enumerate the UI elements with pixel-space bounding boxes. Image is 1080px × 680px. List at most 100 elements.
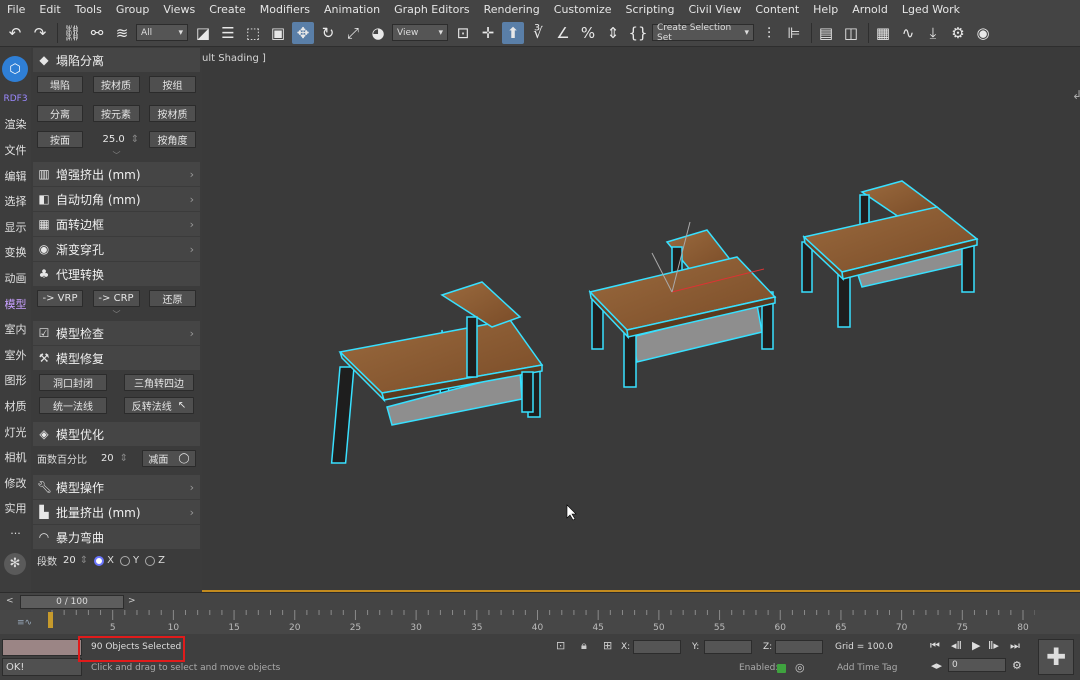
toggle-ribbon-icon[interactable]: ▦ xyxy=(872,22,894,44)
settings-gear-icon[interactable]: ✻ xyxy=(4,552,26,575)
menu-help[interactable]: Help xyxy=(806,0,845,19)
pivot-center-icon[interactable]: ⊡ xyxy=(452,22,474,44)
percent-snap-icon[interactable]: % xyxy=(577,22,599,44)
category-item[interactable]: 相机 xyxy=(0,444,31,470)
redo-icon[interactable]: ↷ xyxy=(29,22,51,44)
time-configuration-icon[interactable]: ⚙ xyxy=(1012,659,1022,672)
menu-modifiers[interactable]: Modifiers xyxy=(253,0,317,19)
detach-by-face-button[interactable]: 按面 xyxy=(37,131,83,148)
next-frame-button[interactable]: > xyxy=(128,596,140,608)
next-frame-icon[interactable]: Ⅱ▸ xyxy=(988,639,999,652)
collapse-detach-section[interactable]: ◆ 塌陷分离 xyxy=(33,48,200,72)
model-repair-section[interactable]: ⚒ 模型修复 xyxy=(33,346,200,370)
perspective-viewport[interactable]: ult Shading ] ↲ xyxy=(202,47,1080,592)
detach-by-angle-button[interactable]: 按角度 xyxy=(149,131,196,148)
gradient-perforation-section[interactable]: ◉ 渐变穿孔 › xyxy=(33,237,200,261)
more-categories-button[interactable]: ··· xyxy=(0,521,31,547)
category-item[interactable]: 文件 xyxy=(0,137,31,163)
category-item[interactable]: 模型 xyxy=(0,291,31,317)
menu-scripting[interactable]: Scripting xyxy=(619,0,682,19)
desk-right[interactable] xyxy=(801,180,979,328)
render-setup-icon[interactable]: ◉ xyxy=(972,22,994,44)
align-icon[interactable]: ⊫ xyxy=(783,22,805,44)
keyboard-shortcut-override-icon[interactable]: ⬆ xyxy=(502,21,524,44)
undo-icon[interactable]: ↶ xyxy=(4,22,26,44)
category-item[interactable]: 动画 xyxy=(0,265,31,291)
isolate-selection-icon[interactable]: ⊡ xyxy=(556,639,565,652)
viewcube-icon[interactable]: ↲ xyxy=(1072,88,1080,102)
window-crossing-icon[interactable]: ▣ xyxy=(267,22,289,44)
category-item[interactable]: 修改 xyxy=(0,470,31,496)
curve-editor-icon[interactable]: ∿ xyxy=(897,22,919,44)
force-bend-section[interactable]: ◠ 暴力弯曲 xyxy=(33,525,200,549)
category-item[interactable]: 实用 xyxy=(0,496,31,522)
plugin-logo-icon[interactable]: ⬡ xyxy=(2,56,28,82)
close-holes-button[interactable]: 洞口封闭 xyxy=(39,374,107,391)
time-marker[interactable] xyxy=(48,612,53,628)
spinner-arrows-icon[interactable]: ⇕ xyxy=(131,134,139,145)
time-slider-thumb[interactable]: 0 / 100 xyxy=(20,595,124,609)
time-tag-enabled-toggle[interactable] xyxy=(777,664,786,673)
convert-to-crp-button[interactable]: -> CRP xyxy=(92,290,140,307)
expand-chevron-icon[interactable]: ﹀ xyxy=(31,310,202,320)
material-editor-icon[interactable]: ⚙ xyxy=(947,22,969,44)
select-and-rotate-icon[interactable]: ↻ xyxy=(317,22,339,44)
play-icon[interactable]: ▶ xyxy=(972,639,980,652)
model-operations-section[interactable]: 🔧︎ 模型操作 › xyxy=(33,475,200,499)
angle-snap-icon[interactable]: ∠ xyxy=(552,22,574,44)
desk-left[interactable] xyxy=(330,281,544,464)
spinner-arrows-icon[interactable]: ⇕ xyxy=(80,555,88,566)
named-selection-set-dropdown[interactable]: Create Selection Set ▾ xyxy=(652,23,754,43)
edit-named-selection-icon[interactable]: {} xyxy=(627,22,649,44)
select-and-move-icon[interactable]: ✥ xyxy=(292,21,314,44)
detach-by-element-button[interactable]: 按元素 xyxy=(92,105,140,122)
z-coordinate-field[interactable] xyxy=(775,640,823,654)
collapse-by-group-button[interactable]: 按组 xyxy=(149,76,196,93)
x-coordinate-field[interactable] xyxy=(633,640,681,654)
spinner-snap-icon[interactable]: ⇕ xyxy=(602,22,624,44)
batch-extrude-section[interactable]: ▙ 批量挤出 (mm) › xyxy=(33,500,200,524)
category-item[interactable]: 变换 xyxy=(0,240,31,266)
select-and-place-icon[interactable]: ◕ xyxy=(367,22,389,44)
menu-group[interactable]: Group xyxy=(109,0,157,19)
absolute-mode-icon[interactable]: ⊞ xyxy=(603,639,612,652)
viewport-navigation-icon[interactable]: ✚ xyxy=(1038,639,1074,675)
category-item[interactable]: 选择 xyxy=(0,188,31,214)
select-and-scale-icon[interactable]: ⤢ xyxy=(342,22,364,44)
mirror-icon[interactable]: ⫶ xyxy=(758,22,780,44)
angle-spinner[interactable]: 25.0 ⇕ xyxy=(93,131,140,148)
axis-x-radio[interactable] xyxy=(94,555,105,566)
auto-chamfer-section[interactable]: ◧ 自动切角 (mm) › xyxy=(33,187,200,211)
category-item[interactable]: 编辑 xyxy=(0,163,31,189)
unlink-icon[interactable]: ⚯ xyxy=(86,22,108,44)
selection-lock-icon[interactable]: 🔒︎ xyxy=(581,639,587,653)
category-item[interactable]: 室内 xyxy=(0,316,31,342)
time-tag-icon[interactable]: ◎ xyxy=(795,661,805,674)
detach-by-material-button[interactable]: 按材质 xyxy=(149,105,196,122)
selection-filter-dropdown[interactable]: All ▾ xyxy=(136,24,188,41)
bind-space-warp-icon[interactable]: ≋ xyxy=(111,22,133,44)
category-item[interactable]: 图形 xyxy=(0,368,31,394)
proxy-convert-section[interactable]: ♣ 代理转换 xyxy=(33,262,200,286)
segments-spinner[interactable]: 20 ⇕ xyxy=(63,555,88,566)
select-object-icon[interactable]: ◪ xyxy=(192,22,214,44)
expand-chevron-icon[interactable]: ﹀ xyxy=(31,151,202,161)
maxscript-output[interactable]: OK! xyxy=(2,658,82,676)
reduce-faces-button[interactable]: 减面 ◯ xyxy=(142,450,196,467)
face-percent-spinner[interactable]: 20 ⇕ xyxy=(101,453,128,464)
collapse-button[interactable]: 塌陷 xyxy=(37,76,83,93)
go-to-start-icon[interactable]: ⏮ xyxy=(930,639,940,653)
menu-views[interactable]: Views xyxy=(156,0,202,19)
menu-customize[interactable]: Customize xyxy=(547,0,619,19)
menu-arnold[interactable]: Arnold xyxy=(845,0,895,19)
select-by-name-icon[interactable]: ☰ xyxy=(217,22,239,44)
desk-center[interactable] xyxy=(588,221,777,388)
menu-file[interactable]: File xyxy=(0,0,32,19)
manipulate-icon[interactable]: ✛ xyxy=(477,22,499,44)
axis-y-radio[interactable] xyxy=(119,555,130,566)
snaps-toggle-icon[interactable]: ∛ xyxy=(527,22,549,44)
layer-explorer-icon[interactable]: ◫ xyxy=(840,22,862,44)
menu-edit[interactable]: Edit xyxy=(32,0,67,19)
link-icon[interactable]: ⛓ xyxy=(61,22,83,44)
convert-to-vrp-button[interactable]: -> VRP xyxy=(37,290,83,307)
